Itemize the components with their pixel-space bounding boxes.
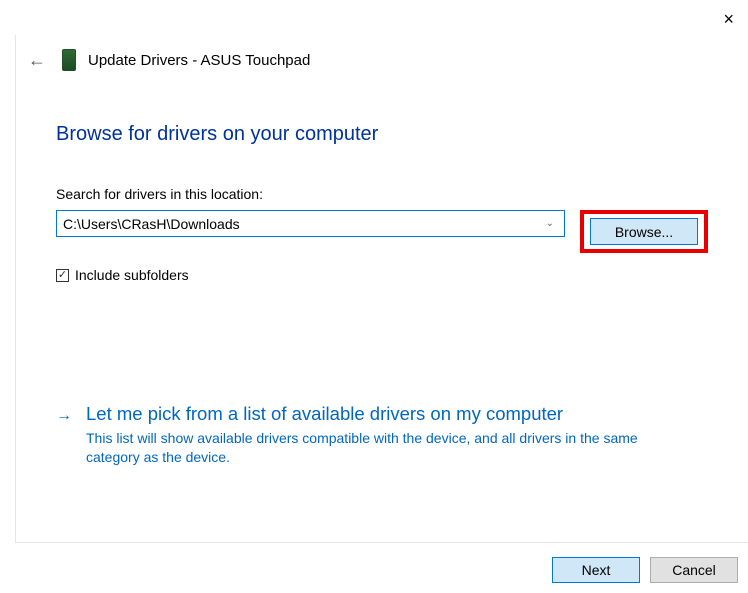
back-arrow-icon[interactable]: ← [24, 50, 50, 71]
path-combobox[interactable]: C:\Users\CRasH\Downloads ⌄ [56, 210, 565, 237]
arrow-right-icon: → [56, 403, 72, 467]
include-subfolders-label: Include subfolders [75, 267, 189, 283]
path-row: C:\Users\CRasH\Downloads ⌄ Browse... [56, 210, 708, 253]
footer-buttons: Next Cancel [552, 557, 738, 583]
include-subfolders-checkbox[interactable]: ✓ Include subfolders [56, 267, 708, 283]
close-icon[interactable]: × [723, 10, 734, 28]
search-location-label: Search for drivers in this location: [56, 186, 708, 202]
checkbox-icon: ✓ [56, 269, 69, 282]
path-value: C:\Users\CRasH\Downloads [63, 216, 542, 232]
pick-description: This list will show available drivers co… [86, 429, 646, 467]
dialog-body: Browse for drivers on your computer Sear… [16, 71, 748, 487]
pick-from-list-link[interactable]: → Let me pick from a list of available d… [56, 403, 708, 487]
chevron-down-icon[interactable]: ⌄ [542, 218, 558, 229]
device-icon [62, 49, 76, 71]
header: ← Update Drivers - ASUS Touchpad [16, 35, 748, 71]
page-heading: Browse for drivers on your computer [56, 123, 708, 146]
browse-button[interactable]: Browse... [590, 218, 698, 245]
next-button[interactable]: Next [552, 557, 640, 583]
dialog-title: Update Drivers - ASUS Touchpad [88, 52, 310, 69]
dialog-content: ← Update Drivers - ASUS Touchpad Browse … [15, 35, 748, 543]
annotation-highlight: Browse... [580, 210, 708, 253]
pick-text-block: Let me pick from a list of available dri… [86, 403, 646, 467]
pick-title: Let me pick from a list of available dri… [86, 403, 646, 425]
cancel-button[interactable]: Cancel [650, 557, 738, 583]
